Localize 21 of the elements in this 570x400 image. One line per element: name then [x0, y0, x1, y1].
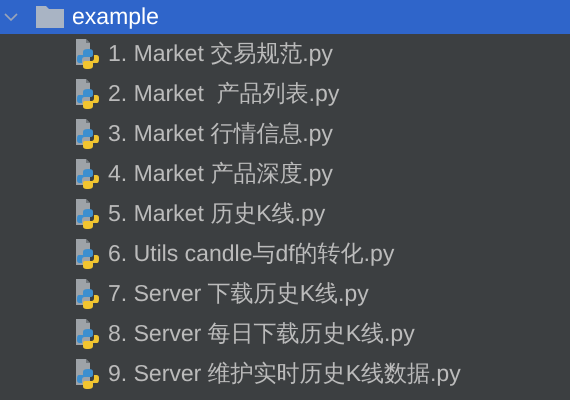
python-file-icon — [74, 119, 102, 149]
file-name[interactable]: 6. Utils candle与df的转化.py — [108, 240, 394, 268]
python-file-icon — [74, 239, 102, 269]
python-file-icon — [74, 359, 102, 389]
file-name[interactable]: 9. Server 维护实时历史K线数据.py — [108, 360, 461, 388]
python-file-icon — [74, 159, 102, 189]
python-file-icon — [74, 199, 102, 229]
python-file-icon — [74, 39, 102, 69]
file-name[interactable]: 5. Market 历史K线.py — [108, 200, 326, 228]
python-file-icon — [74, 79, 102, 109]
file-name[interactable]: 3. Market 行情信息.py — [108, 120, 333, 148]
file-name[interactable]: 7. Server 下载历史K线.py — [108, 280, 369, 308]
python-file-icon — [74, 279, 102, 309]
folder-row[interactable]: example — [0, 0, 570, 34]
python-file-icon — [74, 319, 102, 349]
file-name[interactable]: 1. Market 交易规范.py — [108, 40, 333, 68]
file-name[interactable]: 8. Server 每日下载历史K线.py — [108, 320, 415, 348]
folder-name: example — [72, 3, 159, 31]
file-name[interactable]: 2. Market 产品列表.py — [108, 80, 340, 108]
folder-icon — [36, 6, 64, 28]
file-name[interactable]: 4. Market 产品深度.py — [108, 160, 333, 188]
